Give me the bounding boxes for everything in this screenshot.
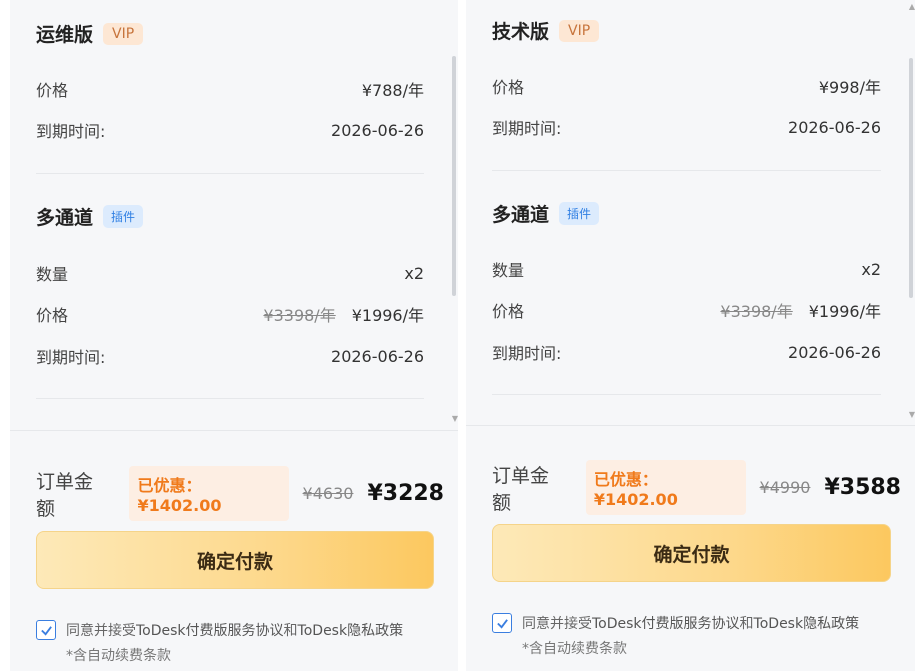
service-agreement-link[interactable]: ToDesk付费版服务协议 xyxy=(136,620,284,640)
order-total: ¥3228 xyxy=(367,481,444,506)
price-value: ¥788/年 xyxy=(361,81,424,100)
price-label: 价格 xyxy=(36,306,69,325)
agree-and: 和 xyxy=(739,616,754,632)
expiry-value: 2026-06-26 xyxy=(331,346,424,366)
addon-price-group: ¥3398/年 ¥1996/年 xyxy=(263,302,424,326)
price-value: ¥998/年 xyxy=(818,78,881,97)
privacy-policy-link[interactable]: ToDesk隐私政策 xyxy=(298,620,404,640)
discount-badge: 已优惠：¥1402.00 xyxy=(585,460,746,515)
auto-renew-note: *含自动续费条款 xyxy=(66,648,171,664)
agreement-row: 同意并接受 ToDesk付费版服务协议和 ToDesk隐私政策 xyxy=(492,613,859,633)
price-value: ¥1996/年 xyxy=(808,302,881,321)
original-total: ¥4990 xyxy=(759,478,811,497)
price-value: ¥1996/年 xyxy=(351,306,424,325)
price-label: 价格 xyxy=(492,302,525,321)
expiry-label: 到期时间: xyxy=(36,122,106,141)
vip-badge: VIP xyxy=(559,19,600,42)
addon-expiry-row: 到期时间: 2026-06-26 xyxy=(492,340,881,364)
plan-expiry-row: 到期时间: 2026-06-26 xyxy=(492,115,881,139)
original-price: ¥3398/年 xyxy=(263,306,336,325)
qty-value: x2 xyxy=(404,263,424,283)
expiry-value: 2026-06-26 xyxy=(788,117,881,137)
expiry-label: 到期时间: xyxy=(36,348,106,367)
auto-renew-note: *含自动续费条款 xyxy=(522,641,627,657)
confirm-pay-button[interactable]: 确定付款 xyxy=(492,524,891,582)
privacy-policy-link[interactable]: ToDesk隐私政策 xyxy=(754,613,860,633)
price-label: 价格 xyxy=(492,78,525,97)
addon-price-group: ¥3398/年 ¥1996/年 xyxy=(720,298,881,322)
addon-qty-row: 数量 x2 xyxy=(36,261,424,285)
plan-panel-ops: 运维版 VIP 价格 ¥788/年 到期时间: 2026-06-26 多通道 插… xyxy=(10,0,458,671)
plan-price-row: 价格 ¥998/年 xyxy=(492,74,881,98)
expiry-label: 到期时间: xyxy=(492,119,562,138)
order-summary: 订单金额 已优惠：¥1402.00 ¥4990 ¥3588 xyxy=(492,460,901,515)
original-total: ¥4630 xyxy=(302,484,354,503)
service-agreement-link[interactable]: ToDesk付费版服务协议 xyxy=(592,613,740,633)
divider xyxy=(36,173,424,174)
plugin-badge: 插件 xyxy=(103,205,144,228)
addon-price-row: 价格 ¥3398/年 ¥1996/年 xyxy=(492,298,881,322)
vip-badge: VIP xyxy=(103,22,144,45)
addon-header: 多通道 插件 xyxy=(492,200,600,227)
order-amount-label: 订单金额 xyxy=(492,464,550,514)
chevron-down-icon[interactable]: ▼ xyxy=(452,414,458,423)
plan-header: 技术版 VIP xyxy=(492,17,600,44)
agree-prefix: 同意并接受 xyxy=(522,616,592,632)
plan-panel-tech: 技术版 VIP 价格 ¥998/年 到期时间: 2026-06-26 多通道 插… xyxy=(466,0,915,671)
divider xyxy=(36,398,424,399)
divider xyxy=(492,394,881,395)
plugin-badge: 插件 xyxy=(559,202,600,225)
addon-price-row: 价格 ¥3398/年 ¥1996/年 xyxy=(36,302,424,326)
qty-label: 数量 xyxy=(492,261,525,280)
agree-checkbox[interactable] xyxy=(36,620,56,640)
divider xyxy=(466,425,915,426)
discount-badge: 已优惠：¥1402.00 xyxy=(129,466,289,521)
addon-qty-row: 数量 x2 xyxy=(492,257,881,281)
agree-checkbox[interactable] xyxy=(492,613,512,633)
expiry-label: 到期时间: xyxy=(492,344,562,363)
order-amount-label: 订单金额 xyxy=(36,470,94,520)
plan-header: 运维版 VIP xyxy=(36,20,144,47)
plan-expiry-row: 到期时间: 2026-06-26 xyxy=(36,118,424,142)
plan-title: 技术版 xyxy=(492,21,550,43)
plan-details-scroll-area[interactable]: 运维版 VIP 价格 ¥788/年 到期时间: 2026-06-26 多通道 插… xyxy=(10,0,458,430)
price-label: 价格 xyxy=(36,81,69,100)
expiry-value: 2026-06-26 xyxy=(331,120,424,140)
divider xyxy=(492,170,881,171)
chevron-down-icon[interactable]: ▼ xyxy=(909,410,915,419)
check-icon xyxy=(496,618,508,629)
plan-details-scroll-area[interactable]: 技术版 VIP 价格 ¥998/年 到期时间: 2026-06-26 多通道 插… xyxy=(466,0,915,425)
agree-and: 和 xyxy=(283,623,298,639)
order-total: ¥3588 xyxy=(824,475,901,500)
addon-expiry-row: 到期时间: 2026-06-26 xyxy=(36,344,424,368)
check-icon xyxy=(40,625,52,636)
agreement-row: 同意并接受 ToDesk付费版服务协议和 ToDesk隐私政策 xyxy=(36,620,403,640)
original-price: ¥3398/年 xyxy=(720,302,793,321)
divider xyxy=(10,430,458,431)
addon-title: 多通道 xyxy=(36,207,94,229)
order-summary: 订单金额 已优惠：¥1402.00 ¥4630 ¥3228 xyxy=(36,466,444,521)
expiry-value: 2026-06-26 xyxy=(788,342,881,362)
agree-prefix: 同意并接受 xyxy=(66,623,136,639)
addon-title: 多通道 xyxy=(492,204,550,226)
scrollbar-thumb[interactable] xyxy=(909,58,913,298)
addon-header: 多通道 插件 xyxy=(36,203,144,230)
scrollbar-thumb[interactable] xyxy=(452,56,456,296)
confirm-pay-button[interactable]: 确定付款 xyxy=(36,531,434,589)
plan-title: 运维版 xyxy=(36,24,94,46)
qty-value: x2 xyxy=(861,259,881,279)
plan-price-row: 价格 ¥788/年 xyxy=(36,77,424,101)
chevron-up-icon[interactable]: ▲ xyxy=(909,2,915,11)
qty-label: 数量 xyxy=(36,265,69,284)
